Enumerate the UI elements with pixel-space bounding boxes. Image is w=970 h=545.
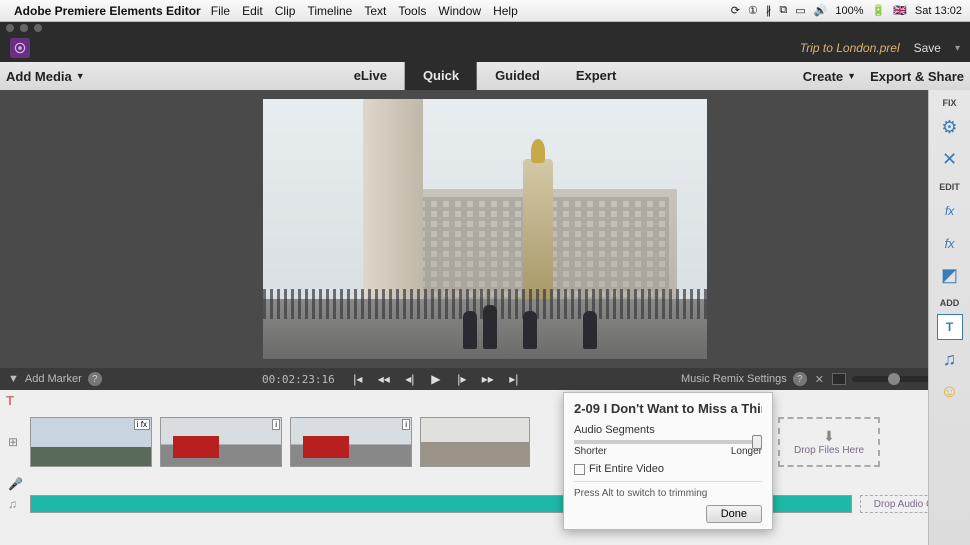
help-icon[interactable]: ? xyxy=(793,372,807,386)
clip-4[interactable] xyxy=(420,417,530,467)
airplay-icon[interactable]: ▭ xyxy=(795,4,805,17)
menu-timeline[interactable]: Timeline xyxy=(307,4,352,18)
mic-icon[interactable]: 🎤 xyxy=(8,477,22,491)
audio-segments-label: Audio Segments xyxy=(574,424,762,436)
rail-edit-label: EDIT xyxy=(939,182,960,192)
add-media-button[interactable]: Add Media ▼ xyxy=(6,69,85,84)
help-icon[interactable]: ? xyxy=(88,372,102,386)
playback-controls: ▼ Add Marker ? 00:02:23:16 |◂ ◂◂ ◂| ▶ |▸… xyxy=(0,368,970,390)
zoom-icon[interactable] xyxy=(34,24,42,32)
slider-shorter-label: Shorter xyxy=(574,446,607,457)
audio-icon[interactable]: ♫ xyxy=(937,346,963,372)
video-preview[interactable] xyxy=(263,99,707,359)
clock[interactable]: Sat 13:02 xyxy=(915,5,962,17)
adjust-icon[interactable]: ⚙ xyxy=(937,114,963,140)
clip-badge: i xyxy=(402,419,410,430)
video-track-icon[interactable]: ⊞ xyxy=(8,435,22,449)
transitions-icon[interactable]: ◩ xyxy=(937,262,963,288)
chevron-down-icon: ▼ xyxy=(76,71,85,81)
bluetooth-icon[interactable]: ∦ xyxy=(766,4,772,17)
add-marker-button[interactable]: Add Marker xyxy=(25,373,82,385)
text-track-icon[interactable]: T xyxy=(6,393,14,408)
menu-edit[interactable]: Edit xyxy=(242,4,263,18)
volume-icon[interactable]: 🔊 xyxy=(814,4,828,17)
tab-expert[interactable]: Expert xyxy=(558,62,634,90)
step-fwd-icon[interactable]: |▸ xyxy=(455,372,469,386)
trim-hint: Press Alt to switch to trimming xyxy=(574,481,762,499)
create-label: Create xyxy=(803,69,843,84)
download-arrow-icon: ⬇ xyxy=(823,428,835,445)
segments-slider[interactable] xyxy=(574,440,762,444)
battery-percent[interactable]: 100% xyxy=(835,5,863,17)
tools-icon[interactable]: ✕ xyxy=(937,146,963,172)
export-share-button[interactable]: Export & Share xyxy=(870,69,964,84)
timecode[interactable]: 00:02:23:16 xyxy=(262,373,335,386)
menu-help[interactable]: Help xyxy=(493,4,518,18)
play-icon[interactable]: ▶ xyxy=(429,372,443,386)
done-button[interactable]: Done xyxy=(706,505,762,523)
marker-chevron-icon[interactable]: ▼ xyxy=(8,373,19,385)
graphics-icon[interactable]: ☺ xyxy=(937,378,963,404)
clip-3[interactable]: i xyxy=(290,417,412,467)
chevron-down-icon: ▼ xyxy=(847,71,856,81)
mode-bar: Add Media ▼ eLive Quick Guided Expert Cr… xyxy=(0,62,970,90)
fx-icon[interactable]: fx xyxy=(937,230,963,256)
tab-elive[interactable]: eLive xyxy=(336,62,405,90)
window-controls xyxy=(0,22,970,34)
add-media-label: Add Media xyxy=(6,69,72,84)
checkbox-icon xyxy=(574,464,585,475)
flag-icon[interactable]: 🇬🇧 xyxy=(893,4,907,17)
music-remix-panel: 2-09 I Don't Want to Miss a Thing Audio … xyxy=(563,392,773,530)
clip-2[interactable]: i xyxy=(160,417,282,467)
preview-stage xyxy=(0,90,970,368)
menu-clip[interactable]: Clip xyxy=(275,4,296,18)
next-clip-icon[interactable]: ▸▸ xyxy=(481,372,495,386)
collapse-icon[interactable]: ▾ xyxy=(955,43,960,54)
prev-clip-icon[interactable]: ◂◂ xyxy=(377,372,391,386)
sync-icon[interactable]: ⟳ xyxy=(731,4,740,17)
zoom-out-icon[interactable] xyxy=(832,373,846,385)
save-button[interactable]: Save xyxy=(914,41,941,55)
menu-text[interactable]: Text xyxy=(364,4,386,18)
rail-add-label: ADD xyxy=(940,298,960,308)
app-name[interactable]: Adobe Premiere Elements Editor xyxy=(14,4,201,18)
fx-pen-icon[interactable]: fx xyxy=(937,198,963,224)
fit-video-checkbox[interactable]: Fit Entire Video xyxy=(574,463,762,475)
clip-badge: i fx xyxy=(134,419,150,430)
titles-icon[interactable]: T xyxy=(937,314,963,340)
app-title-bar: Trip to London.prel Save ▾ xyxy=(0,34,970,62)
right-rail: FIX ⚙ ✕ EDIT fx fx ◩ ADD T ♫ ☺ xyxy=(928,90,970,545)
step-back-icon[interactable]: ◂| xyxy=(403,372,417,386)
clip-badge: i xyxy=(272,419,280,430)
close-panel-icon[interactable]: ✕ xyxy=(815,373,824,386)
tab-quick[interactable]: Quick xyxy=(405,62,477,90)
close-icon[interactable] xyxy=(6,24,14,32)
timeline: T ⊞ i fx i i ⬇ Drop Files Here 🎤 ♫ xyxy=(0,390,970,545)
updates-icon[interactable]: ① xyxy=(748,4,758,17)
menu-file[interactable]: File xyxy=(211,4,230,18)
create-button[interactable]: Create ▼ xyxy=(803,69,856,84)
minimize-icon[interactable] xyxy=(20,24,28,32)
rail-fix-label: FIX xyxy=(942,98,956,108)
drop-files-label: Drop Files Here xyxy=(794,445,864,456)
wifi-icon[interactable]: ⧉ xyxy=(779,4,787,17)
remix-settings-label: Music Remix Settings xyxy=(681,373,787,385)
goto-end-icon[interactable]: ▸| xyxy=(507,372,521,386)
app-logo-icon xyxy=(10,38,30,58)
clip-1[interactable]: i fx xyxy=(30,417,152,467)
mac-menubar: Adobe Premiere Elements Editor File Edit… xyxy=(0,0,970,22)
menu-window[interactable]: Window xyxy=(438,4,481,18)
tab-guided[interactable]: Guided xyxy=(477,62,558,90)
menu-tools[interactable]: Tools xyxy=(398,4,426,18)
music-icon[interactable]: ♫ xyxy=(8,497,22,511)
battery-icon[interactable]: 🔋 xyxy=(872,4,886,17)
project-name: Trip to London.prel xyxy=(800,41,900,55)
fit-video-label: Fit Entire Video xyxy=(589,463,664,475)
goto-start-icon[interactable]: |◂ xyxy=(351,372,365,386)
remix-track-title: 2-09 I Don't Want to Miss a Thing xyxy=(574,401,762,416)
drop-files-zone[interactable]: ⬇ Drop Files Here xyxy=(778,417,880,467)
